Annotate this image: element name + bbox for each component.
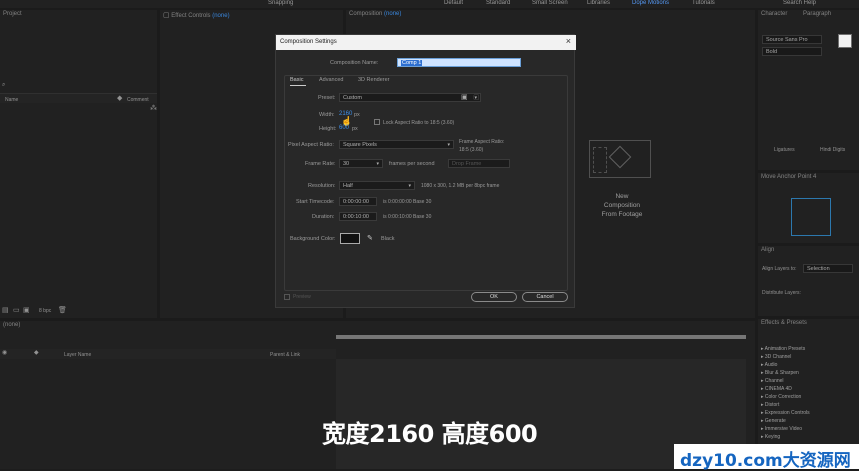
watermark-banner: dzy10.com大资源网 xyxy=(674,444,859,471)
cancel-button[interactable]: Cancel xyxy=(522,292,568,302)
eyedropper-icon[interactable]: ✎ xyxy=(367,234,373,242)
start-timecode-info: is 0:00:00:00 Base 30 xyxy=(383,199,432,205)
close-icon[interactable]: × xyxy=(566,36,571,46)
background-color-label: Background Color: xyxy=(290,236,336,242)
frame-rate-value: 30 xyxy=(343,161,350,167)
comp-name-label: Composition Name: xyxy=(330,60,379,66)
watermark-text: dzy10.com大资源网 xyxy=(680,451,851,471)
resolution-value: Half xyxy=(343,183,353,189)
lock-aspect-label: Lock Aspect Ratio to 18:5 (3.60) xyxy=(383,120,455,126)
height-unit: px xyxy=(352,126,358,132)
width-label: Width: xyxy=(319,112,335,118)
video-subtitle: 宽度2160 高度600 xyxy=(322,420,538,448)
dialog-title-bar: Composition Settings × xyxy=(276,35,576,50)
preset-value: Custom xyxy=(343,95,362,101)
start-timecode-input[interactable]: 0:00:00:00 xyxy=(339,197,377,206)
lock-aspect-checkbox[interactable] xyxy=(374,119,380,125)
duration-info: is 0:00:10:00 Base 30 xyxy=(383,214,432,220)
width-unit: px xyxy=(354,112,360,118)
preset-label: Preset: xyxy=(318,95,336,101)
frame-rate-unit: frames per second xyxy=(389,161,435,167)
resolution-select[interactable]: Half ▾ xyxy=(339,181,415,190)
par-select[interactable]: Square Pixels ▾ xyxy=(339,140,454,149)
preview-label: Preview xyxy=(293,294,311,300)
comp-name-value: Comp 1 xyxy=(401,60,423,66)
delete-preset-icon[interactable]: ▢ xyxy=(473,93,480,101)
background-color-name: Black xyxy=(381,236,395,242)
start-timecode-label: Start Timecode: xyxy=(296,199,335,205)
chevron-down-icon: ▾ xyxy=(447,142,450,148)
chevron-down-icon: ▾ xyxy=(408,183,411,189)
frame-rate-select[interactable]: 30 ▾ xyxy=(339,159,383,168)
ok-button[interactable]: OK xyxy=(471,292,517,302)
drop-frame-select[interactable]: Drop Frame xyxy=(448,159,510,168)
preview-checkbox[interactable] xyxy=(284,294,290,300)
far-value: 18:5 (3.60) xyxy=(459,147,484,153)
background-color-swatch[interactable] xyxy=(340,233,360,244)
resolution-label: Resolution: xyxy=(308,183,336,189)
save-preset-icon[interactable]: ▣ xyxy=(461,93,468,101)
duration-label: Duration: xyxy=(312,214,335,220)
frame-rate-label: Frame Rate: xyxy=(305,161,336,167)
far-label: Frame Aspect Ratio: xyxy=(459,139,505,145)
duration-input[interactable]: 0:00:10:00 xyxy=(339,212,377,221)
chevron-down-icon: ▾ xyxy=(376,161,379,167)
height-label: Height: xyxy=(319,126,337,132)
dialog-title: Composition Settings xyxy=(280,39,337,45)
height-value[interactable]: 600 xyxy=(339,125,349,131)
preset-select[interactable]: Custom ▾ xyxy=(339,93,481,102)
par-value: Square Pixels xyxy=(343,142,377,148)
resolution-info: 1080 x 300, 1.2 MB per 8bpc frame xyxy=(421,183,500,189)
composition-settings-dialog: Composition Settings × Composition Name:… xyxy=(275,34,576,308)
comp-name-input[interactable]: Comp 1 xyxy=(397,58,521,67)
par-label: Pixel Aspect Ratio: xyxy=(288,142,334,148)
